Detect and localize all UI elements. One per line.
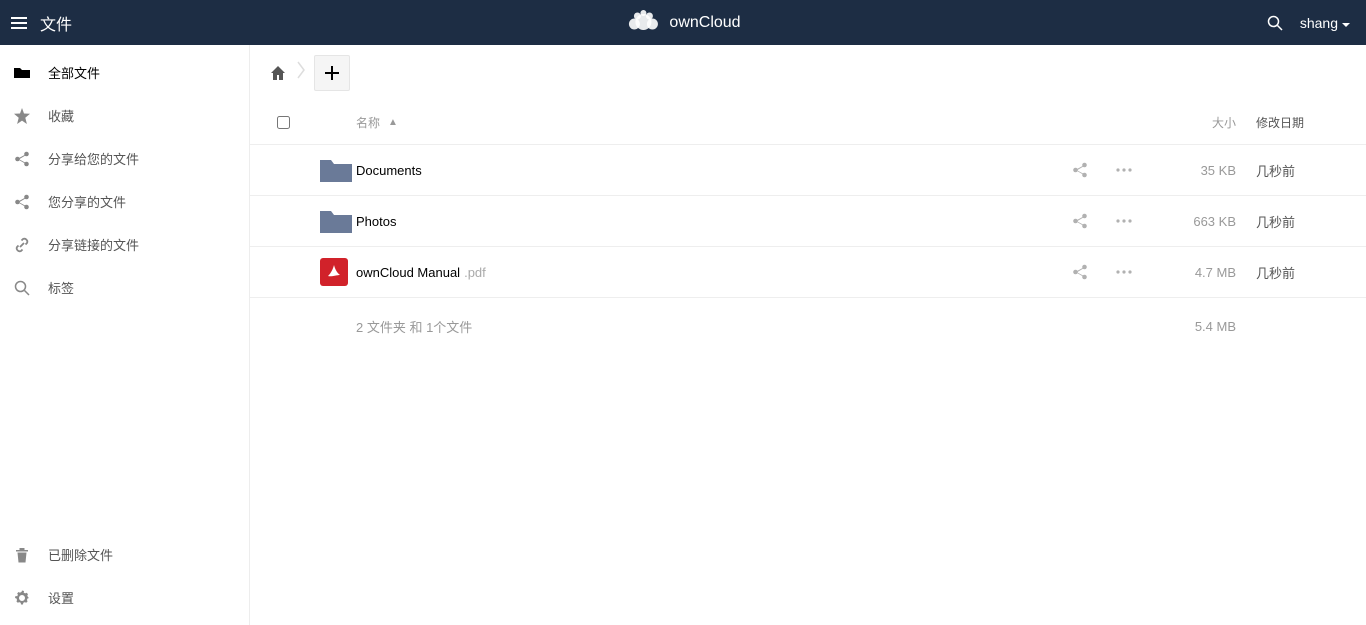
sidebar-label: 分享链接的文件 <box>48 235 139 254</box>
top-header: 文件 ownCloud shang <box>0 0 1366 45</box>
share-icon[interactable] <box>1058 264 1102 280</box>
header-right: shang <box>1266 14 1366 32</box>
user-menu[interactable]: shang <box>1300 15 1350 31</box>
file-size: 4.7 MB <box>1146 265 1256 280</box>
sidebar-item-shared-links[interactable]: 分享链接的文件 <box>0 223 249 266</box>
sidebar-label: 全部文件 <box>48 63 100 82</box>
share-icon[interactable] <box>1058 213 1102 229</box>
sidebar-label: 标签 <box>48 278 74 297</box>
file-date: 几秒前 <box>1256 161 1366 180</box>
hamburger-menu-icon[interactable] <box>10 14 28 32</box>
more-icon[interactable] <box>1102 168 1146 172</box>
cloud-logo-icon <box>625 8 661 37</box>
summary-text: 2 文件夹 和 1个文件 <box>356 317 1058 336</box>
main-content: 名称 ▲ 大小 修改日期 Documents 35 KB 几秒前 <box>250 45 1366 625</box>
file-type-icon <box>316 156 356 184</box>
sidebar-label: 设置 <box>48 588 74 607</box>
sidebar-label: 已删除文件 <box>48 545 113 564</box>
file-size: 35 KB <box>1146 163 1256 178</box>
sidebar-label: 分享给您的文件 <box>48 149 139 168</box>
sidebar-item-settings[interactable]: 设置 <box>0 576 249 619</box>
pdf-icon <box>320 258 348 286</box>
more-icon[interactable] <box>1102 219 1146 223</box>
file-name[interactable]: ownCloud Manual.pdf <box>356 265 1058 280</box>
table-row[interactable]: ownCloud Manual.pdf 4.7 MB 几秒前 <box>250 247 1366 298</box>
header-left: 文件 <box>0 11 72 35</box>
sidebar-item-tags[interactable]: 标签 <box>0 266 249 309</box>
sidebar-footer: 已删除文件 设置 <box>0 533 249 625</box>
sidebar-label: 您分享的文件 <box>48 192 126 211</box>
file-table: 名称 ▲ 大小 修改日期 Documents 35 KB 几秒前 <box>250 101 1366 354</box>
col-header-name[interactable]: 名称 ▲ <box>356 114 1058 131</box>
share-icon <box>14 194 30 210</box>
share-icon[interactable] <box>1058 162 1102 178</box>
sidebar-label: 收藏 <box>48 106 74 125</box>
sidebar: 全部文件 收藏 分享给您的文件 您分享的文件 分享链接的文件 标签 已删除文件 <box>0 45 250 625</box>
trash-icon <box>14 547 30 563</box>
file-type-icon <box>316 258 356 286</box>
sidebar-nav: 全部文件 收藏 分享给您的文件 您分享的文件 分享链接的文件 标签 <box>0 45 249 533</box>
folder-icon <box>320 207 352 235</box>
col-header-modified[interactable]: 修改日期 <box>1256 114 1366 131</box>
folder-icon <box>14 65 30 81</box>
search-icon[interactable] <box>1266 14 1284 32</box>
folder-icon <box>320 156 352 184</box>
file-name[interactable]: Photos <box>356 214 1058 229</box>
file-size: 663 KB <box>1146 214 1256 229</box>
table-summary: 2 文件夹 和 1个文件 5.4 MB <box>250 298 1366 354</box>
summary-size: 5.4 MB <box>1146 319 1256 334</box>
breadcrumb-separator-icon <box>296 60 306 86</box>
home-icon[interactable] <box>268 63 288 83</box>
header-brand: ownCloud <box>625 8 740 37</box>
caret-down-icon <box>1342 15 1350 31</box>
file-name[interactable]: Documents <box>356 163 1058 178</box>
sidebar-item-favorites[interactable]: 收藏 <box>0 94 249 137</box>
col-header-size[interactable]: 大小 <box>1146 114 1256 131</box>
gear-icon <box>14 590 30 606</box>
sidebar-item-shared-with-you[interactable]: 分享给您的文件 <box>0 137 249 180</box>
breadcrumb-bar <box>250 45 1366 101</box>
link-icon <box>14 237 30 253</box>
select-all-cell <box>250 116 316 129</box>
table-row[interactable]: Photos 663 KB 几秒前 <box>250 196 1366 247</box>
app-title: 文件 <box>40 11 72 35</box>
table-header: 名称 ▲ 大小 修改日期 <box>250 101 1366 145</box>
file-type-icon <box>316 207 356 235</box>
sidebar-item-trash[interactable]: 已删除文件 <box>0 533 249 576</box>
sort-asc-icon: ▲ <box>388 117 398 128</box>
select-all-checkbox[interactable] <box>277 116 290 129</box>
sidebar-item-shared-by-you[interactable]: 您分享的文件 <box>0 180 249 223</box>
share-icon <box>14 151 30 167</box>
user-name: shang <box>1300 15 1338 31</box>
sidebar-item-all-files[interactable]: 全部文件 <box>0 51 249 94</box>
plus-icon <box>324 65 340 81</box>
file-date: 几秒前 <box>1256 263 1366 282</box>
new-button[interactable] <box>314 55 350 91</box>
table-row[interactable]: Documents 35 KB 几秒前 <box>250 145 1366 196</box>
more-icon[interactable] <box>1102 270 1146 274</box>
file-date: 几秒前 <box>1256 212 1366 231</box>
star-icon <box>14 108 30 124</box>
search-icon <box>14 280 30 296</box>
brand-name: ownCloud <box>669 14 740 32</box>
